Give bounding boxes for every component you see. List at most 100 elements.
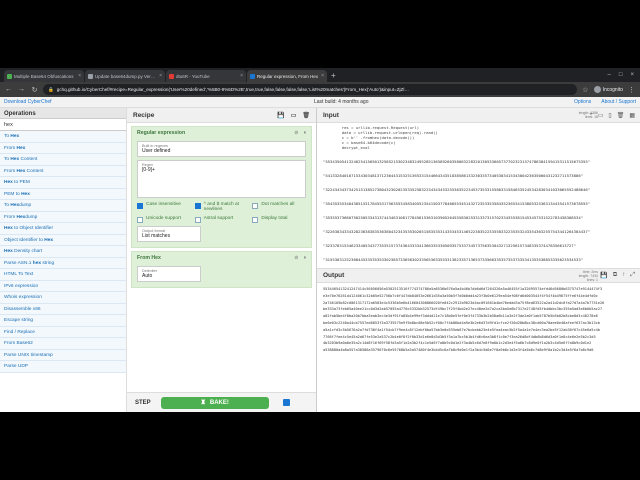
new-tab-button[interactable]: + xyxy=(328,71,339,80)
auto-bake-checkbox[interactable] xyxy=(282,399,290,406)
operation-item-label-post: expression xyxy=(14,283,39,289)
output-heading: Output xyxy=(323,272,345,279)
operation-item[interactable]: To Hex Content xyxy=(0,154,126,166)
output-textarea[interactable]: 5534465413241247414c56056056a5302513516f… xyxy=(317,283,640,403)
browser-tab[interactable]: Update base64dump.py Version × xyxy=(85,70,165,82)
close-icon[interactable]: × xyxy=(321,73,324,79)
trash-icon[interactable]: 🗑 xyxy=(302,112,310,119)
operation-item[interactable]: HTML To Text xyxy=(0,269,126,281)
close-icon[interactable]: × xyxy=(240,73,243,79)
step-button[interactable]: STEP xyxy=(135,400,151,406)
open-file-icon[interactable]: ▯ xyxy=(608,112,611,119)
operation-item[interactable]: To Hexdump xyxy=(0,200,126,212)
browser-tab[interactable]: Multiple Base64 Obfuscations × xyxy=(4,70,84,82)
operation-item-label-match: Hex xyxy=(4,180,13,185)
forward-icon[interactable]: → xyxy=(17,86,26,93)
close-icon[interactable]: × xyxy=(159,73,162,79)
dot-all-checkbox[interactable]: Dot matches all xyxy=(252,202,306,212)
astral-checkbox[interactable]: Astral support xyxy=(194,216,249,223)
replace-input-icon[interactable]: ↑ xyxy=(622,272,625,279)
add-tab-icon[interactable]: + xyxy=(589,112,593,119)
output-line: be6e03c2240a44cb7557ed6053f3a3735575e9f5… xyxy=(323,320,600,325)
operation-item[interactable]: PEM to Hex xyxy=(0,188,126,200)
bake-label: BAKE! xyxy=(209,399,229,406)
operation-item-label-pre: Find / Replace xyxy=(4,329,35,335)
folder-icon[interactable]: ▭ xyxy=(291,112,297,119)
operation-item[interactable]: IPv6 expression xyxy=(0,280,126,292)
operation-item[interactable]: From Hex Content xyxy=(0,165,126,177)
star-icon[interactable]: ☆ xyxy=(581,86,590,94)
about-link[interactable]: About / Support xyxy=(601,99,636,105)
operation-item[interactable]: From Hexdump xyxy=(0,211,126,223)
save-icon[interactable]: 💾 xyxy=(277,112,284,119)
operation-item[interactable]: From Base62 xyxy=(0,338,126,350)
operation-item[interactable]: Whois expression xyxy=(0,292,126,304)
input-digit-line: "354353553484305153178455317563553458340… xyxy=(323,201,591,206)
window-controls: – □ × xyxy=(608,72,640,78)
download-link[interactable]: Download CyberChef xyxy=(4,99,124,105)
output-format-select[interactable]: Output format List matches xyxy=(137,225,201,242)
incognito-indicator[interactable]: Incognito xyxy=(593,86,623,93)
operation-item[interactable]: Parse UDP xyxy=(0,361,126,373)
disable-icon[interactable]: ⊘ xyxy=(294,255,298,261)
operation-item[interactable]: Parse UNIX timestamp xyxy=(0,349,126,361)
checkbox-icon xyxy=(194,216,201,223)
input-digit-line: "323378315346233405343773535157374364333… xyxy=(323,243,576,248)
reload-icon[interactable]: ↻ xyxy=(30,86,39,94)
operation-item[interactable]: Find / Replace xyxy=(0,326,126,338)
display-total-label: Display total xyxy=(261,216,288,221)
input-header: Input length: 1386 lines: 18 + ▭ ▯ 🗑 ▦ xyxy=(317,108,640,123)
copy-icon[interactable]: ⧉ xyxy=(613,272,617,279)
pause-icon[interactable]: ⏸ xyxy=(303,255,306,261)
disable-icon[interactable]: ⊘ xyxy=(294,130,298,136)
fullscreen-icon[interactable]: ⤢ xyxy=(630,272,635,279)
multiline-checkbox[interactable]: ^ and $ match at newlines xyxy=(194,202,249,212)
operation-item[interactable]: Escape string xyxy=(0,315,126,327)
save-icon[interactable]: 💾 xyxy=(600,272,607,279)
operation-item[interactable]: Object Identifier to Hex xyxy=(0,234,126,246)
operations-search-input[interactable]: hex xyxy=(0,119,126,131)
regex-operation[interactable]: Regular expression ⊘ ⏸ Built in regexes … xyxy=(131,126,312,248)
case-insensitive-label: Case insensitive xyxy=(146,202,181,207)
operation-item-label-pre: Parse xyxy=(4,364,18,369)
minimize-icon[interactable]: – xyxy=(608,72,611,78)
checkbox-icon xyxy=(252,216,259,223)
output-line: a5a1cfd3c5b5676a2a7fd730f4a1f54cb7f9ee4c… xyxy=(323,327,600,332)
close-window-icon[interactable]: × xyxy=(630,72,634,78)
display-total-checkbox[interactable]: Display total xyxy=(252,216,306,223)
unicode-checkbox[interactable]: Unicode support xyxy=(137,216,191,223)
io-panel: Input length: 1386 lines: 18 + ▭ ▯ 🗑 ▦ r… xyxy=(317,108,640,412)
operation-item-label-match: Hex xyxy=(16,145,26,151)
operation-item[interactable]: Hex to PEM xyxy=(0,177,126,189)
case-insensitive-checkbox[interactable]: Case insensitive xyxy=(137,202,191,212)
operation-item[interactable]: Hex Density chart xyxy=(0,246,126,258)
menu-icon[interactable]: ⋮ xyxy=(627,86,636,94)
builtin-regexes-select[interactable]: Built in regexes User defined xyxy=(137,141,306,157)
options-link[interactable]: Options xyxy=(574,99,591,105)
operation-item-label-pre: PEM to xyxy=(4,191,22,197)
url-field[interactable]: 🔒 gchq.github.io/CyberChef/#recipe=Regul… xyxy=(43,84,577,95)
maximize-icon[interactable]: □ xyxy=(619,72,623,78)
operation-item[interactable]: To Hex xyxy=(0,131,126,143)
input-textarea[interactable]: res = urllib.request.Request(url) data =… xyxy=(317,123,640,268)
output-line: 4b3203b9a0a0e35a2c14d8f16f69f58fd3a5f1e2… xyxy=(323,341,592,346)
operation-item[interactable]: Parse ASN.1 hex string xyxy=(0,257,126,269)
browser-window: Multiple Base64 Obfuscations × Update ba… xyxy=(0,68,640,412)
delimiter-select[interactable]: Delimiter Auto xyxy=(137,265,201,282)
pause-icon[interactable]: ⏸ xyxy=(303,130,306,136)
operation-item[interactable]: Disassemble x86 xyxy=(0,303,126,315)
regex-field[interactable]: Regex [0-9]+ xyxy=(137,160,306,198)
operation-item-label-post: to Object Identifier xyxy=(12,226,54,231)
browser-tab-active[interactable]: Regular expression, From Hex × xyxy=(247,70,327,82)
browser-tab[interactable]: dtu6R - YouTube × xyxy=(166,70,246,82)
from-hex-operation[interactable]: From Hex ⊘ ⏸ Delimiter Auto xyxy=(131,250,312,288)
operation-item[interactable]: From Hex xyxy=(0,142,126,154)
open-folder-icon[interactable]: ▭ xyxy=(598,112,604,119)
output-line: a538880a4b8a557a38586a3579670c6e55768b5a… xyxy=(323,348,594,353)
layout-icon[interactable]: ▦ xyxy=(629,112,635,119)
bake-button[interactable]: ♜ BAKE! xyxy=(160,396,269,409)
trash-icon[interactable]: 🗑 xyxy=(617,112,625,119)
operation-item[interactable]: Hex to Object Identifier xyxy=(0,223,126,235)
close-icon[interactable]: × xyxy=(78,73,81,79)
back-icon[interactable]: ← xyxy=(4,86,13,93)
